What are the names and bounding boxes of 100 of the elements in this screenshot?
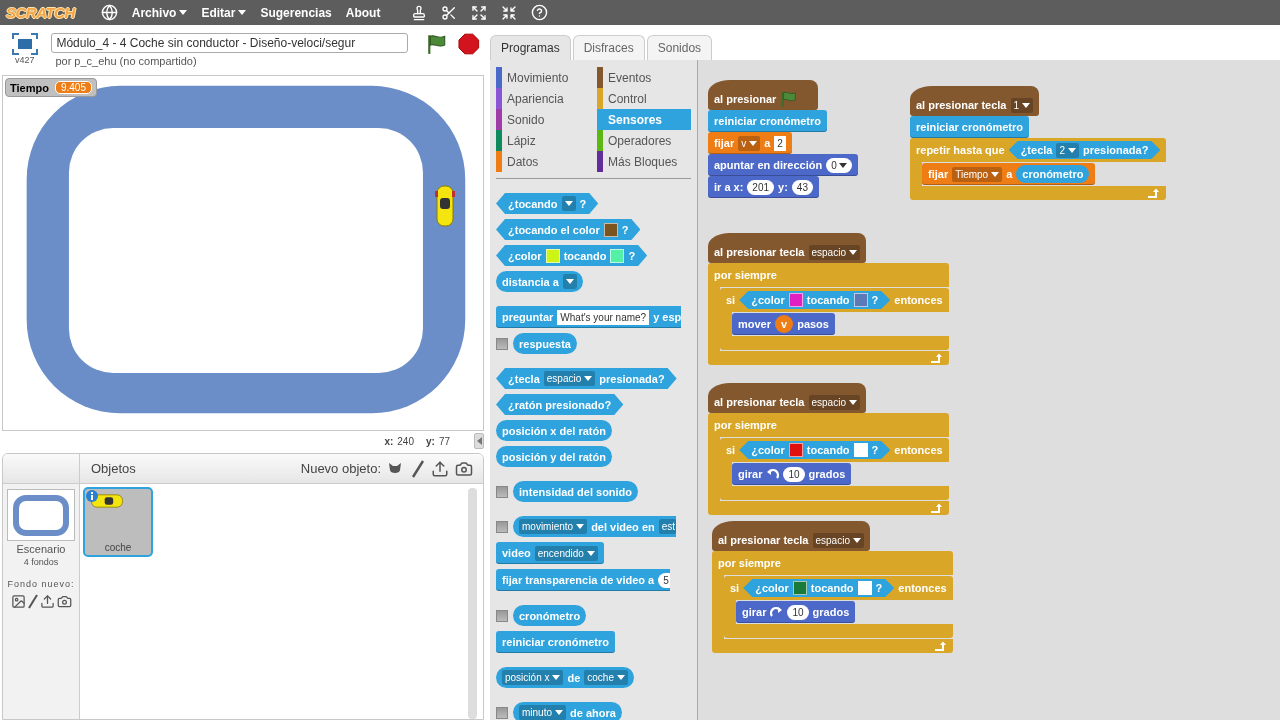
menu-item[interactable]: About [345,5,381,20]
number-field[interactable]: 5 [658,572,670,588]
tab[interactable]: Sonidos [646,35,713,60]
boolean-block[interactable]: ¿tecla espacio presionada? [496,368,677,389]
category-item[interactable]: Apariencia [496,88,593,109]
text-field[interactable]: 2 [774,135,786,151]
stamp-icon[interactable] [411,4,427,21]
dropdown-field[interactable]: encendido [534,545,598,561]
scratch-logo[interactable]: SCRATCH [6,4,75,21]
number-field[interactable]: 10 [783,466,805,482]
hat-block[interactable]: al presionar [708,80,818,110]
boolean-block[interactable]: ¿color tocando ? [739,291,891,309]
dropdown-field[interactable]: espacio [808,394,860,410]
command-block[interactable]: girar 10 grados [736,601,856,623]
boolean-block[interactable]: ¿tocando ? [496,193,599,214]
car-sprite[interactable] [435,184,455,228]
stop-icon[interactable] [458,33,480,55]
globe-icon[interactable] [100,4,118,21]
dropdown-field[interactable]: espacio [808,244,860,260]
tab[interactable]: Programas [490,35,571,60]
checkbox[interactable] [496,485,508,498]
command-block[interactable]: fijar Tiempo a cronómetro [922,163,1096,185]
command-block[interactable]: reiniciar cronómetro [496,631,615,653]
upload-icon[interactable] [39,594,55,609]
command-block[interactable]: video encendido [496,542,604,564]
stage-thumbnail[interactable] [7,489,75,541]
reporter-block[interactable]: respuesta [513,333,577,354]
camera-icon[interactable] [455,459,473,478]
command-block[interactable]: fijar v a 2 [708,132,792,154]
category-item[interactable]: Lápiz [496,130,593,151]
reporter-block[interactable]: posición x de coche [496,667,634,688]
reporter-block[interactable]: posición y del ratón [496,446,612,467]
dropdown-field[interactable]: 2 [1056,142,1079,158]
checkbox[interactable] [496,609,508,622]
color-swatch[interactable] [545,248,560,263]
number-field[interactable]: 201 [747,179,775,195]
category-item[interactable]: Operadores [597,130,691,151]
color-swatch[interactable] [853,443,868,457]
shrink-icon[interactable] [501,4,517,21]
menu-item[interactable]: Editar [201,5,247,20]
project-title-field[interactable]: Módulo_4 - 4 Coche sin conductor - Diseño-veloci/segur [51,33,409,53]
command-block[interactable]: preguntar What's your name? y esp [496,306,682,328]
c-block-top[interactable]: si ¿color tocando ? entonces [724,576,953,600]
collapse-button[interactable] [474,433,484,449]
camera-icon[interactable] [56,594,72,609]
hat-block[interactable]: al presionar tecla espacio [712,521,870,551]
fullscreen-icon[interactable] [11,33,38,55]
color-swatch[interactable] [857,581,872,595]
reporter-block[interactable]: movimiento del video en est [513,516,677,537]
checkbox[interactable] [496,706,508,719]
command-block[interactable]: reiniciar cronómetro [910,116,1029,138]
c-block-top[interactable]: si ¿color tocando ? entonces [720,288,949,312]
text-field[interactable]: What's your name? [557,309,650,325]
command-block[interactable]: ir a x: 201 y: 43 [708,176,819,198]
command-block[interactable]: fijar transparencia de video a 5 [496,569,670,591]
paintbrush-icon[interactable] [27,594,38,609]
number-field[interactable]: 0 [826,157,852,173]
reporter-block[interactable]: cronómetro [513,605,587,626]
number-field[interactable]: 10 [787,604,809,620]
c-block-top[interactable]: si ¿color tocando ? entonces [720,438,949,462]
dropdown-field[interactable]: espacio [543,371,596,386]
category-item[interactable]: Eventos [597,67,691,88]
dropdown-field[interactable]: movimiento [519,519,588,534]
c-block-top[interactable]: repetir hasta que ¿tecla 2 presionada? [910,138,1167,162]
command-block[interactable]: reiniciar cronómetro [708,110,827,132]
reporter-block[interactable]: cronómetro [1016,165,1090,183]
tab[interactable]: Disfraces [572,35,645,60]
reporter-block[interactable]: intensidad del sonido [513,481,639,502]
expand-icon[interactable] [471,4,487,21]
menu-item[interactable]: Sugerencias [260,5,332,20]
dropdown-field[interactable]: Tiempo [952,166,1003,182]
dropdown-field[interactable]: v [738,135,761,151]
boolean-block[interactable]: ¿color tocando ? [496,245,648,266]
upload-icon[interactable] [431,459,449,478]
color-swatch[interactable] [603,222,618,237]
dropdown-field[interactable]: coche [584,670,628,685]
number-field[interactable]: 43 [791,179,813,195]
color-swatch[interactable] [610,248,625,263]
hat-block[interactable]: al presionar tecla 1 [910,86,1040,116]
boolean-block[interactable]: ¿tocando el color ? [496,219,641,240]
reporter-block[interactable]: minuto de ahora [513,702,622,720]
checkbox[interactable] [496,337,508,350]
dropdown-field[interactable]: 1 [1010,97,1034,113]
image-icon[interactable] [10,594,26,609]
command-block[interactable]: apuntar en dirección 0 [708,154,858,176]
dropdown-field[interactable] [561,196,576,211]
command-block[interactable]: mover v pasos [732,313,835,335]
color-swatch[interactable] [853,293,868,307]
dropdown-field[interactable]: posición x [502,670,564,685]
hat-block[interactable]: al presionar tecla espacio [708,383,866,413]
info-icon[interactable] [86,490,98,502]
dropdown-field[interactable]: espacio [812,532,864,548]
category-item[interactable]: Sensores [597,109,691,130]
menu-item[interactable]: Archivo [131,5,188,20]
category-item[interactable]: Más Bloques [597,151,691,172]
color-swatch[interactable] [792,581,807,595]
boolean-block[interactable]: ¿color tocando ? [743,579,895,597]
hat-block[interactable]: al presionar tecla espacio [708,233,866,263]
command-block[interactable]: girar 10 grados [732,463,852,485]
scrollbar[interactable] [468,488,477,719]
